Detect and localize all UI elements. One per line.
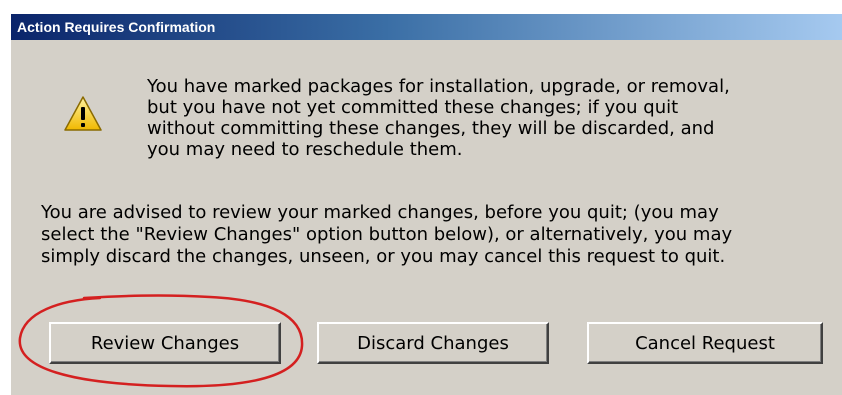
advice-text: You are advised to review your marked ch…: [41, 202, 733, 267]
dialog-title: Action Requires Confirmation: [17, 19, 216, 35]
confirmation-dialog: Action Requires Confirmation You have ma…: [10, 14, 842, 395]
warning-icon: [64, 96, 102, 131]
cancel-request-button[interactable]: Cancel Request: [587, 322, 823, 364]
discard-changes-button[interactable]: Discard Changes: [317, 322, 549, 364]
review-changes-button[interactable]: Review Changes: [49, 322, 281, 364]
title-bar[interactable]: Action Requires Confirmation: [11, 14, 842, 40]
warning-message: You have marked packages for installatio…: [147, 76, 730, 160]
